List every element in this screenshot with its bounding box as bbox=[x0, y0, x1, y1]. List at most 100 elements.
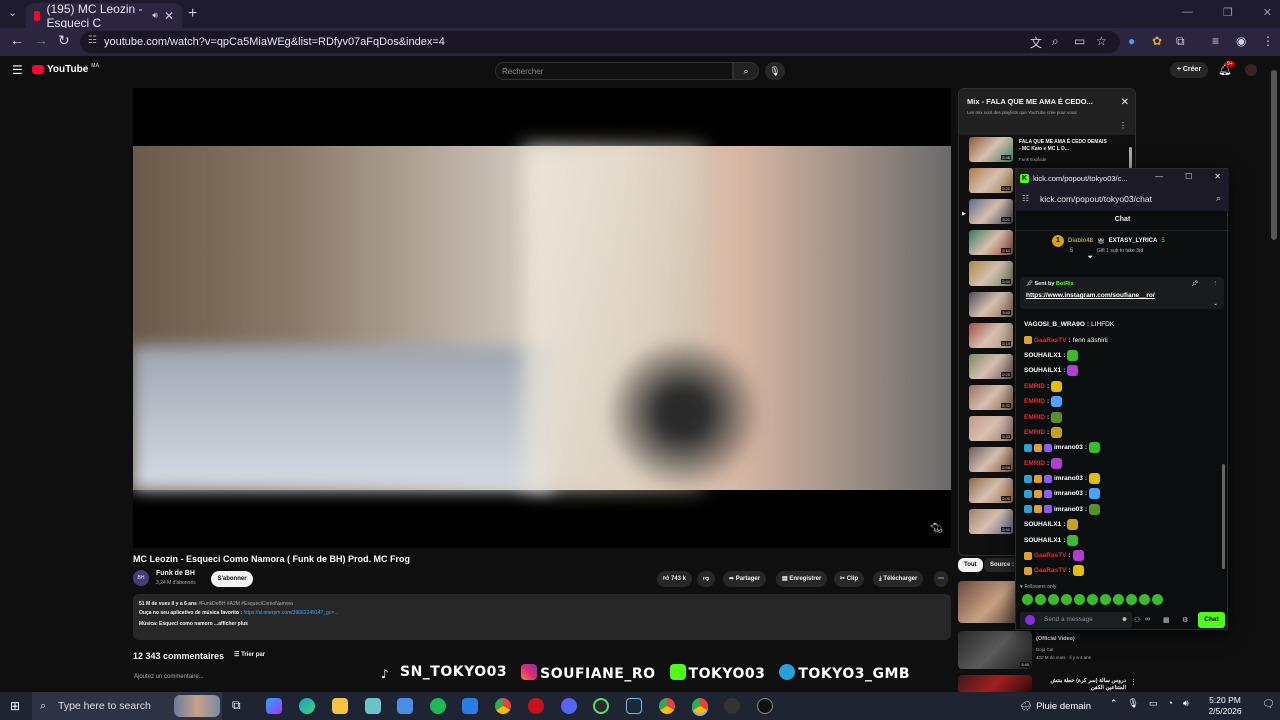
discord-icon[interactable] bbox=[561, 698, 577, 714]
chat-username[interactable]: imrano03 bbox=[1054, 475, 1083, 482]
chat-send-button[interactable]: Chat bbox=[1198, 612, 1225, 628]
outlook-icon[interactable] bbox=[462, 698, 478, 714]
recommendation-thumbnail[interactable]: 3:40 bbox=[958, 631, 1032, 669]
chat-username[interactable]: EMRID bbox=[1024, 460, 1045, 467]
chat-emote[interactable] bbox=[1089, 503, 1101, 515]
chip-all[interactable]: Tout bbox=[958, 558, 983, 572]
chat-emote[interactable] bbox=[1051, 380, 1063, 392]
pin-more-icon[interactable]: ⋮ bbox=[1213, 281, 1219, 287]
address-bar[interactable]: ☷ youtube.com/watch?v=qpCa5MiaWEg&list=R… bbox=[80, 31, 1120, 53]
chat-emote[interactable] bbox=[1067, 349, 1079, 361]
playlist-item-thumbnail[interactable]: 2:56 bbox=[969, 447, 1013, 472]
zoom-icon[interactable]: ⌕ bbox=[1216, 193, 1221, 204]
save-button[interactable]: ▤ Enregistrer bbox=[776, 571, 828, 587]
sort-comments-button[interactable]: ☰ Trier par bbox=[234, 651, 265, 658]
cast-icon[interactable]: ▭ bbox=[1074, 34, 1085, 48]
emote-button[interactable] bbox=[1074, 594, 1085, 605]
notification-center-icon[interactable]: 🗨︎ bbox=[1262, 699, 1275, 710]
chat-emote[interactable] bbox=[1089, 488, 1101, 500]
chat-users-icon[interactable]: ⚇ bbox=[1134, 616, 1140, 624]
chat-username[interactable]: GaaRasTV bbox=[1034, 567, 1067, 574]
close-window-icon[interactable]: ✕ bbox=[1263, 6, 1272, 19]
playlist-item-thumbnail[interactable]: 3:40 bbox=[969, 292, 1013, 317]
chat-scrollbar[interactable] bbox=[1222, 464, 1225, 569]
recommendation-title[interactable]: (Official Video) bbox=[1036, 636, 1075, 642]
recommendation-title[interactable]: دروس سالة (سر كرة) خطة بنتش المتناعين ال… bbox=[1036, 678, 1126, 692]
playlist-item-thumbnail[interactable]: 2:14 bbox=[969, 323, 1013, 348]
playlist-item-thumbnail[interactable]: 3:21 bbox=[969, 199, 1013, 224]
spotify-icon[interactable] bbox=[430, 698, 446, 714]
chrome-icon[interactable] bbox=[495, 698, 511, 714]
system-clock[interactable]: 5:20 PM 2/5/2026 bbox=[1200, 695, 1250, 717]
site-info-icon[interactable]: ☷ bbox=[1022, 194, 1029, 203]
chat-message-input[interactable]: Send a message ☻ bbox=[1020, 612, 1132, 628]
desc-more-link[interactable]: ...afficher plus bbox=[214, 621, 248, 627]
store-icon[interactable] bbox=[397, 698, 413, 714]
chat-link-icon[interactable]: ∞ bbox=[1145, 616, 1150, 623]
chat-username[interactable]: EMRID bbox=[1024, 398, 1045, 405]
like-button[interactable]: 👍︎ 743 k bbox=[657, 571, 692, 587]
chat-username[interactable]: VAGOSI_B_WRA9O bbox=[1024, 321, 1085, 328]
pin-link[interactable]: https://www.instagram.com/soufiane__ro/ bbox=[1026, 292, 1218, 299]
chrome-active-icon[interactable] bbox=[692, 698, 708, 714]
battery-icon[interactable]: ▭ bbox=[1149, 698, 1158, 709]
app-icon[interactable] bbox=[757, 698, 773, 714]
playlist-item-thumbnail[interactable]: 2:32 bbox=[969, 385, 1013, 410]
expand-icon[interactable]: ⌄ bbox=[1213, 301, 1218, 307]
weather-widget[interactable]: 🌧︎ Pluie demain bbox=[1020, 692, 1091, 720]
tab-search-icon[interactable]: ⌄ bbox=[8, 6, 17, 19]
extension2-icon[interactable]: ✿ bbox=[1152, 34, 1162, 48]
page-scrollbar[interactable] bbox=[1271, 70, 1277, 240]
video-description[interactable]: 51 M de vues il y a 6 ans #FunkDeBH #A2M… bbox=[133, 594, 951, 640]
copilot-icon[interactable] bbox=[266, 698, 282, 714]
chat-emote[interactable] bbox=[1051, 457, 1063, 469]
search-button[interactable]: ⌕ bbox=[733, 62, 759, 80]
playlist-item-thumbnail[interactable]: 2:14 bbox=[969, 230, 1013, 255]
extension-icon[interactable]: ● bbox=[1128, 34, 1135, 48]
chat-emote[interactable] bbox=[1089, 473, 1101, 485]
chat-calendar-icon[interactable]: ▦ bbox=[1163, 616, 1170, 624]
extensions-puzzle-icon[interactable]: ⧉ bbox=[1176, 34, 1185, 49]
chat-username[interactable]: EMRID bbox=[1024, 414, 1045, 421]
emote-button[interactable] bbox=[1061, 594, 1072, 605]
playlist-item-thumbnail[interactable]: 2:09 bbox=[969, 478, 1013, 503]
chat-username[interactable]: SOUHAILX1 bbox=[1024, 352, 1061, 359]
chat-username[interactable]: SOUHAILX1 bbox=[1024, 521, 1061, 528]
playlist-item-thumbnail[interactable]: 2:26 bbox=[969, 354, 1013, 379]
chat-emote[interactable] bbox=[1072, 550, 1084, 562]
pin-bot-name[interactable]: BotRix bbox=[1056, 281, 1074, 287]
chat-settings-icon[interactable]: ⚙ bbox=[1182, 616, 1188, 624]
chat-emote[interactable] bbox=[1067, 365, 1079, 377]
recommendation-thumbnail[interactable] bbox=[958, 675, 1032, 693]
chat-username[interactable]: EMRID bbox=[1024, 383, 1045, 390]
new-tab-button[interactable]: + bbox=[188, 5, 197, 23]
tab-close-icon[interactable]: ✕ bbox=[164, 9, 174, 23]
playlist-item-title[interactable]: FALA QUE ME AMA É CEDO DEMAIS - MC Kaio … bbox=[1019, 139, 1109, 153]
bookmark-star-icon[interactable]: ☆ bbox=[1096, 34, 1107, 48]
chat-username[interactable]: SOUHAILX1 bbox=[1024, 367, 1061, 374]
playlist-close-icon[interactable]: ✕ bbox=[1121, 97, 1129, 108]
playlist-item-thumbnail[interactable]: 2:40 bbox=[969, 509, 1013, 534]
file-explorer-icon[interactable] bbox=[332, 698, 348, 714]
filter-icon[interactable]: ⏷ bbox=[1016, 254, 1165, 262]
site-info-icon[interactable]: ☷ bbox=[88, 35, 97, 46]
hamburger-menu-icon[interactable]: ☰ bbox=[12, 63, 23, 77]
windows-start-icon[interactable]: ⊞ bbox=[10, 699, 20, 713]
emote-button[interactable] bbox=[1087, 594, 1098, 605]
chat-username[interactable]: imrano03 bbox=[1054, 506, 1083, 513]
minimize-icon[interactable]: — bbox=[1182, 6, 1193, 19]
playlist-item-thumbnail[interactable]: 2:44 bbox=[969, 261, 1013, 286]
chat-username[interactable]: GaaRasTV bbox=[1034, 552, 1067, 559]
emote-button[interactable] bbox=[1100, 594, 1111, 605]
emoji-picker-icon[interactable]: ☻ bbox=[1121, 612, 1128, 628]
maximize-icon[interactable]: ☐ bbox=[1185, 172, 1192, 181]
emote-button[interactable] bbox=[1152, 594, 1163, 605]
app-icon[interactable] bbox=[593, 698, 609, 714]
voice-search-button[interactable]: 🎙︎ bbox=[765, 62, 785, 80]
close-window-icon[interactable]: ✕ bbox=[1214, 172, 1221, 181]
app-icon[interactable] bbox=[724, 698, 740, 714]
add-comment-input[interactable]: Ajoutez un commentaire... bbox=[134, 674, 204, 680]
chrome-profile-icon[interactable] bbox=[659, 698, 675, 714]
chat-emote[interactable] bbox=[1089, 442, 1101, 454]
chat-username[interactable]: imrano03 bbox=[1054, 444, 1083, 451]
